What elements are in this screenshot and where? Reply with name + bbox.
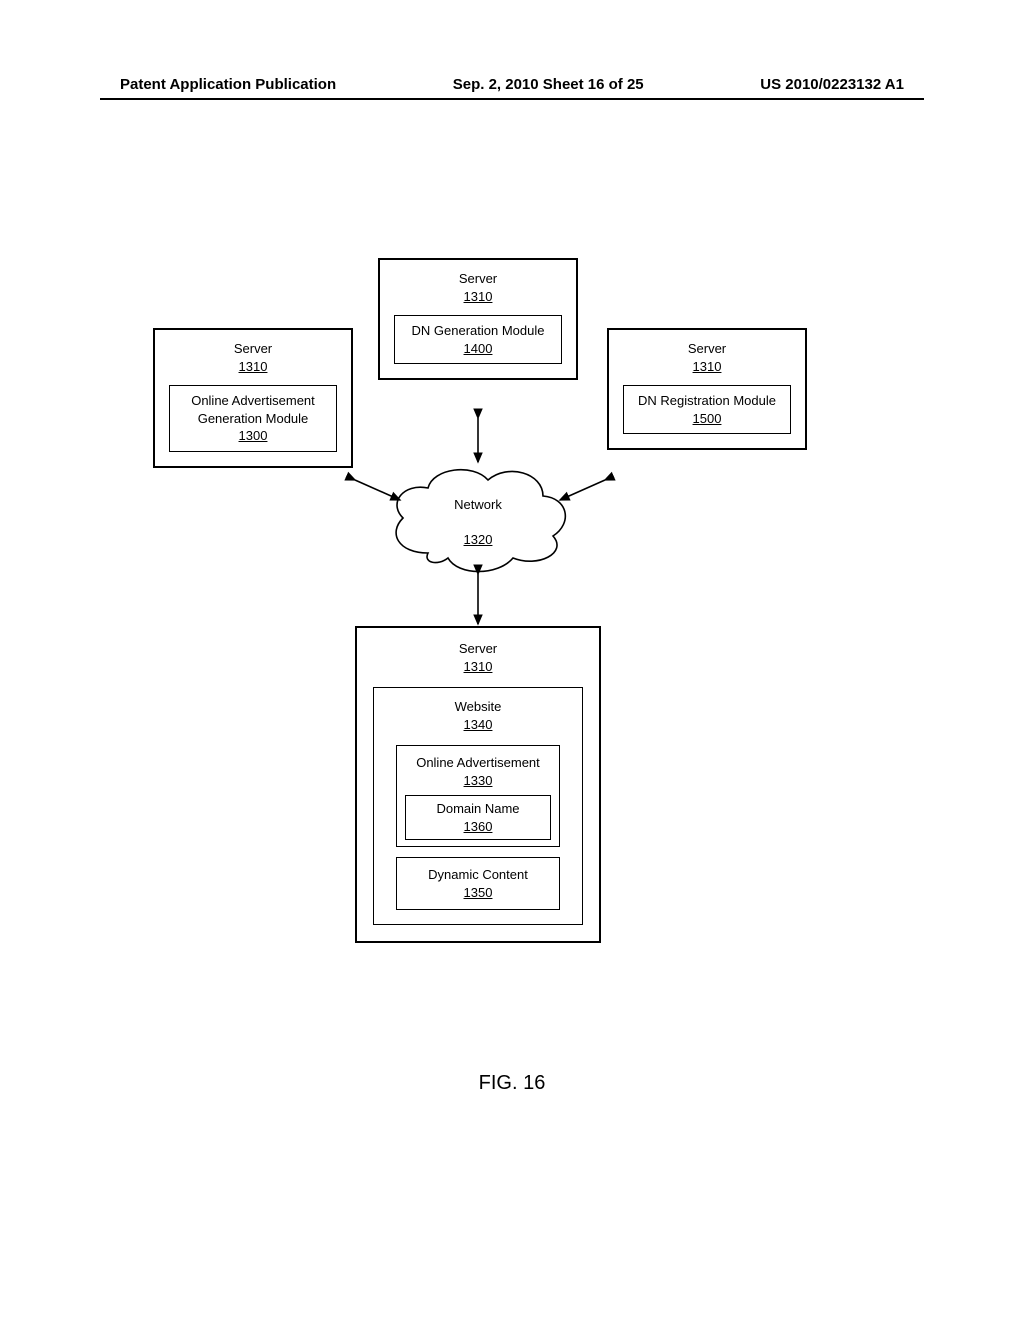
figure-label: FIG. 16 bbox=[0, 1072, 1024, 1095]
connectors bbox=[0, 0, 1024, 1325]
page: Patent Application Publication Sep. 2, 2… bbox=[0, 0, 1024, 1320]
